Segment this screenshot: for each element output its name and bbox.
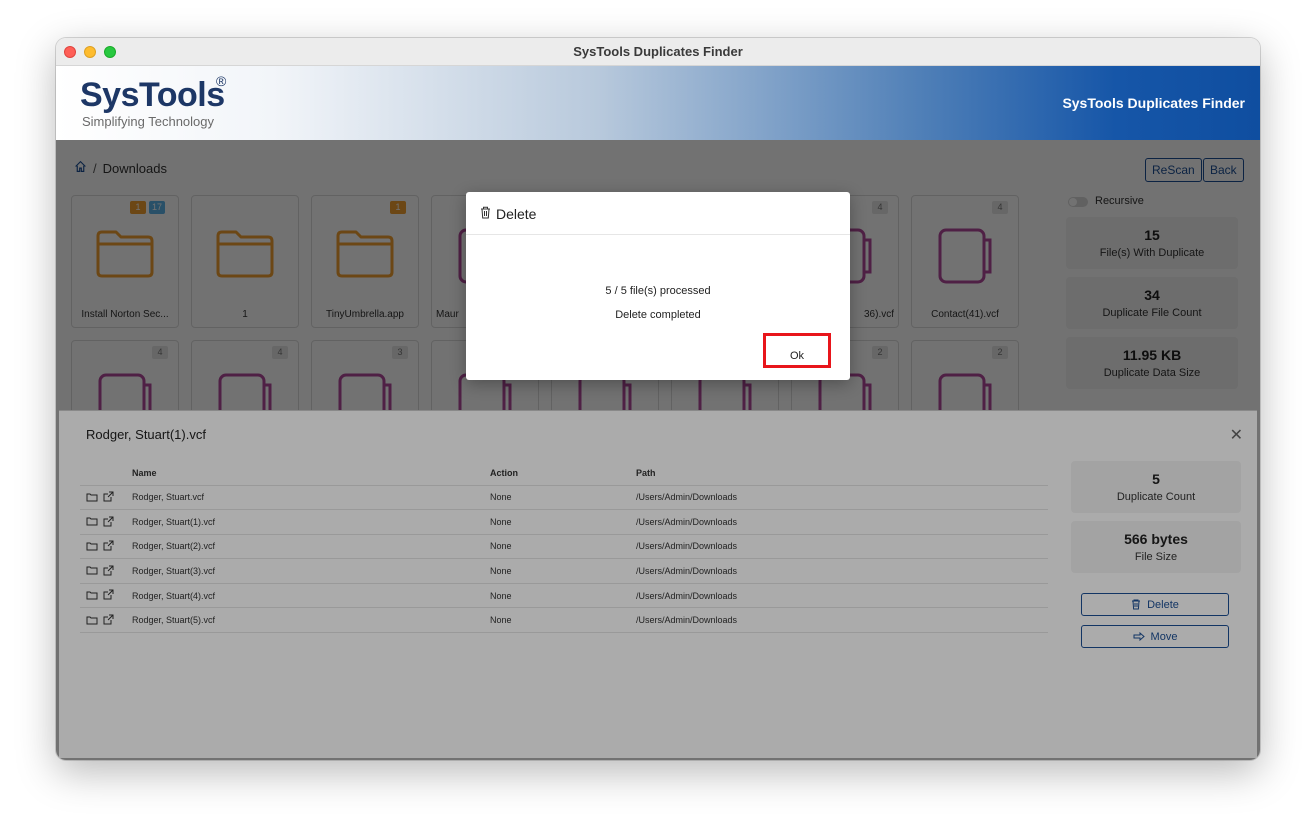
delete-dialog: Delete 5 / 5 file(s) processed Delete co… — [466, 192, 850, 380]
logo-text: SysTools — [80, 76, 225, 114]
header-app-title: SysTools Duplicates Finder — [1062, 95, 1245, 111]
dialog-progress-text: 5 / 5 file(s) processed — [605, 285, 711, 297]
app-header: SysTools ® Simplifying Technology SysToo… — [56, 66, 1260, 140]
app-window: SysTools Duplicates Finder SysTools ® Si… — [56, 38, 1260, 760]
trash-icon — [481, 206, 490, 219]
dialog-status-text: Delete completed — [615, 309, 701, 321]
window-title: SysTools Duplicates Finder — [573, 44, 743, 59]
dialog-title: Delete — [496, 206, 537, 222]
logo-tagline: Simplifying Technology — [82, 114, 214, 129]
logo-registered-mark: ® — [216, 73, 227, 89]
title-bar: SysTools Duplicates Finder — [56, 38, 1260, 66]
dialog-header: Delete — [466, 192, 850, 235]
ok-button[interactable]: Ok — [763, 333, 831, 368]
